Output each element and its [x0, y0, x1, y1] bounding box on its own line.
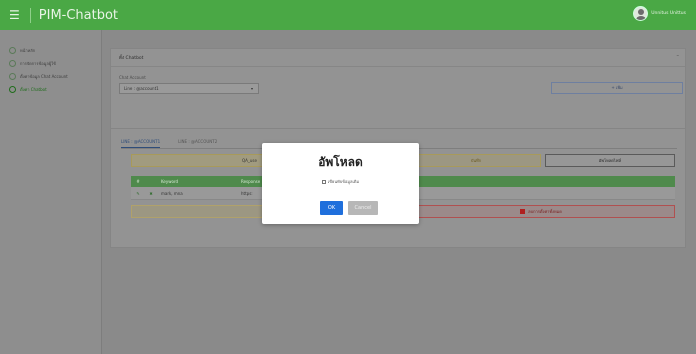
chat-account-select[interactable]: Line : @account1 ▾ — [119, 83, 259, 94]
sidebar-item-chat-account[interactable]: ตั้งค่าข้อมูล Chat Account — [0, 70, 101, 83]
overwrite-label: เขียนทับข้อมูลเดิม — [327, 179, 360, 184]
chatbot-settings-card: ตั้ง Chatbot – Chat Account Line : @acco… — [110, 48, 686, 140]
top-navbar: ☰ PIM-Chatbot Unnitus Unittus — [0, 0, 696, 30]
chevron-down-icon: ▾ — [250, 86, 253, 91]
settings-icon — [9, 86, 16, 93]
overwrite-option[interactable]: เขียนทับข้อมูลเดิม — [262, 178, 419, 185]
upload-dialog: อัพโหลด เขียนทับข้อมูลเดิม OK Cancel — [262, 143, 419, 224]
sidebar-item-users[interactable]: การจัดการข้อมูลผู้ใช้ — [0, 57, 101, 70]
card-header: ตั้ง Chatbot – — [111, 49, 685, 67]
account-tabs: LINE : @ACCOUNT1 LINE : @ACCOUNT2 — [121, 139, 217, 148]
header-index: # — [136, 179, 140, 184]
app-title: PIM-Chatbot — [29, 7, 118, 23]
users-icon — [9, 60, 16, 67]
sidebar-item-label: ตั้งค่า Chatbot — [20, 87, 47, 92]
delete-row-icon[interactable]: ✖ — [145, 191, 157, 196]
ok-button[interactable]: OK — [320, 201, 343, 215]
card-title: ตั้ง Chatbot — [119, 56, 144, 61]
overwrite-checkbox[interactable] — [321, 180, 326, 184]
avatar-icon — [633, 6, 649, 21]
cancel-button[interactable]: Cancel — [348, 201, 378, 215]
header-keyword: Keyword — [161, 179, 179, 184]
edit-icon[interactable]: ✎ — [131, 191, 145, 196]
tab-account2[interactable]: LINE : @ACCOUNT2 — [178, 139, 217, 148]
dialog-title: อัพโหลด — [318, 155, 363, 169]
save-button-top[interactable]: บันทึก — [411, 154, 541, 167]
collapse-icon[interactable]: – — [677, 53, 680, 59]
chat-account-label: Chat Account — [119, 75, 146, 80]
sidebar-item-chatbot[interactable]: ตั้งค่า Chatbot — [0, 83, 101, 96]
delete-all-button[interactable]: ลบการตั้งค่าทั้งหมด — [407, 205, 675, 218]
sidebar-item-label: หน้าหลัก — [20, 48, 36, 53]
add-button[interactable]: + เพิ่ม — [551, 82, 683, 94]
delete-all-label: ลบการตั้งค่าทั้งหมด — [528, 209, 562, 214]
keyword-cell: mark, mna — [161, 190, 183, 196]
sidebar-item-home[interactable]: หน้าหลัก — [0, 44, 101, 57]
sidebar: หน้าหลัก การจัดการข้อมูลผู้ใช้ ตั้งค่าข้… — [0, 30, 102, 354]
user-menu[interactable]: Unnitus Unittus — [633, 6, 686, 21]
tab-account1[interactable]: LINE : @ACCOUNT1 — [121, 139, 161, 148]
menu-icon[interactable]: ☰ — [9, 8, 20, 22]
user-name: Unnitus Unittus — [651, 11, 686, 16]
upload-file-button[interactable]: อัพโหลดไฟล์ — [545, 154, 675, 167]
trash-icon — [520, 209, 526, 214]
sidebar-item-label: ตั้งค่าข้อมูล Chat Account — [20, 74, 68, 79]
settings-icon — [9, 73, 16, 80]
chat-account-value: Line : @account1 — [124, 86, 159, 91]
home-icon — [9, 47, 16, 54]
sidebar-item-label: การจัดการข้อมูลผู้ใช้ — [20, 61, 56, 66]
qa-file-field[interactable]: QA_use — [131, 154, 266, 167]
